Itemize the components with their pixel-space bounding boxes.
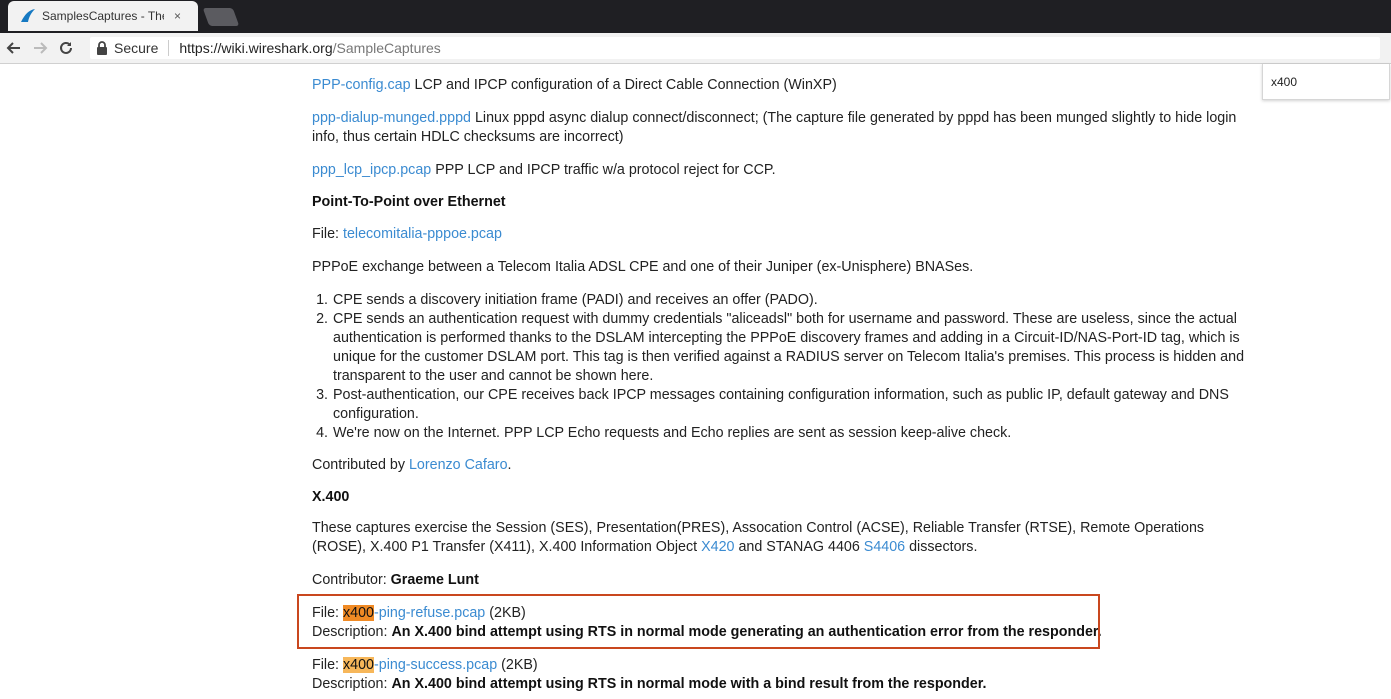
- contrib-end: .: [507, 457, 512, 473]
- back-button[interactable]: [2, 36, 26, 60]
- new-tab-button[interactable]: [202, 8, 240, 26]
- x400-contributor: Contributor: Graeme Lunt: [312, 571, 479, 590]
- contributor-name: Graeme Lunt: [390, 572, 479, 588]
- pppoe-description: PPPoE exchange between a Telecom Italia …: [312, 259, 974, 275]
- ppp-dialup-link[interactable]: ppp-dialup-munged.pppd: [312, 110, 471, 126]
- tab-close-icon[interactable]: ×: [174, 9, 181, 23]
- url-host: https://wiki.wireshark.org: [179, 40, 333, 56]
- reload-icon: [60, 41, 72, 54]
- ppp-entry: PPP-config.cap LCP and IPCP configuratio…: [312, 76, 837, 95]
- browser-tab[interactable]: SamplesCaptures - The W ×: [8, 1, 198, 31]
- file-line: File: x400-ping-success.pcap (2KB): [312, 656, 1252, 675]
- contrib-label: Contributed by: [312, 457, 409, 473]
- description-label: Description:: [312, 676, 392, 692]
- pppoe-steps-list: CPE sends a discovery initiation frame (…: [312, 291, 1254, 443]
- ppp-entry: ppp-dialup-munged.pppd Linux pppd async …: [312, 109, 1252, 147]
- url-path: /SampleCaptures: [332, 40, 441, 56]
- list-item: CPE sends a discovery initiation frame (…: [332, 291, 1254, 310]
- forward-button[interactable]: [28, 36, 52, 60]
- find-query: x400: [1271, 74, 1298, 89]
- address-separator: [168, 40, 170, 56]
- forward-arrow-icon: [34, 42, 48, 54]
- find-highlight: x400: [342, 657, 374, 673]
- x420-link[interactable]: X420: [701, 539, 734, 555]
- pppoe-file-link[interactable]: telecomitalia-pppoe.pcap: [343, 226, 502, 242]
- file-label: File:: [312, 657, 343, 673]
- list-item: We're now on the Internet. PPP LCP Echo …: [332, 424, 1254, 443]
- description-text: An X.400 bind attempt using RTS in norma…: [391, 676, 987, 692]
- ppp-entry: ppp_lcp_ipcp.pcap PPP LCP and IPCP traff…: [312, 161, 776, 180]
- annotation-highlight-box: [297, 594, 1100, 649]
- find-in-page-input[interactable]: x400: [1262, 64, 1390, 100]
- reload-button[interactable]: [54, 36, 78, 60]
- back-arrow-icon: [6, 42, 20, 54]
- pppoe-heading: Point-To-Point over Ethernet: [312, 194, 506, 210]
- browser-toolbar: Secure https://wiki.wireshark.org/Sample…: [0, 33, 1391, 64]
- description-line: Description: An X.400 bind attempt using…: [312, 675, 1252, 694]
- tab-title: SamplesCaptures - The W: [42, 9, 164, 23]
- x400-file-entry: File: x400-ping-success.pcap (2KB) Descr…: [312, 656, 1252, 694]
- wireshark-favicon-icon: [20, 8, 36, 24]
- address-bar[interactable]: Secure https://wiki.wireshark.org/Sample…: [90, 37, 1380, 59]
- secure-label: Secure: [114, 40, 159, 56]
- link-rest: -ping-success.pcap: [374, 657, 498, 673]
- file-size: (2KB): [497, 657, 538, 673]
- ppp-entry-text: LCP and IPCP configuration of a Direct C…: [410, 77, 837, 93]
- list-item: Post-authentication, our CPE receives ba…: [332, 386, 1254, 424]
- pppoe-file: File: telecomitalia-pppoe.pcap: [312, 225, 502, 244]
- list-item: CPE sends an authentication request with…: [332, 310, 1254, 386]
- x400-ping-success-link[interactable]: x400-ping-success.pcap: [342, 657, 498, 673]
- lock-icon: [96, 41, 108, 55]
- contributor-label: Contributor:: [312, 572, 391, 588]
- x400-desc-text: dissectors.: [905, 539, 978, 555]
- browser-tab-bar: SamplesCaptures - The W ×: [0, 0, 1391, 33]
- s4406-link[interactable]: S4406: [864, 539, 905, 555]
- ppp-lcp-ipcp-link[interactable]: ppp_lcp_ipcp.pcap: [312, 162, 431, 178]
- x400-description: These captures exercise the Session (SES…: [312, 519, 1252, 557]
- file-label: File:: [312, 226, 343, 242]
- ppp-entry-text: PPP LCP and IPCP traffic w/a protocol re…: [431, 162, 776, 178]
- ppp-config-link[interactable]: PPP-config.cap: [312, 77, 411, 93]
- x400-heading: X.400: [312, 489, 350, 505]
- x400-desc-text: and STANAG 4406: [734, 539, 864, 555]
- lorenzo-cafaro-link[interactable]: Lorenzo Cafaro: [409, 457, 508, 473]
- pppoe-contributor: Contributed by Lorenzo Cafaro.: [312, 456, 512, 475]
